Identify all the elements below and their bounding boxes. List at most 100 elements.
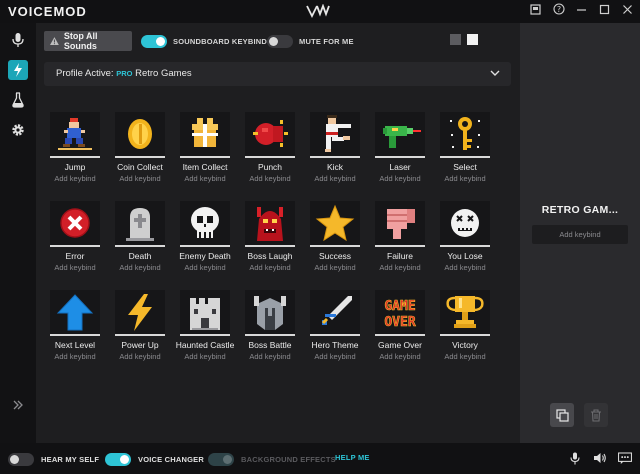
add-keybind-link[interactable]: Add keybind [367, 263, 433, 272]
add-keybind-link[interactable]: Add keybind [172, 352, 238, 361]
duplicate-button[interactable] [550, 403, 574, 427]
add-keybind-link[interactable]: Add keybind [172, 174, 238, 183]
sound-tile-bolt[interactable]: Power Up Add keybind [115, 290, 165, 366]
square-icon[interactable] [529, 3, 542, 19]
sound-name: Failure [387, 251, 413, 261]
add-keybind-link[interactable]: Add keybind [107, 263, 173, 272]
add-keybind-link[interactable]: Add keybind [367, 352, 433, 361]
stop-all-sounds-button[interactable]: Stop All Sounds [44, 31, 132, 51]
sound-tile-arrow-up[interactable]: Next Level Add keybind [50, 290, 100, 366]
bolt-icon[interactable] [115, 290, 165, 335]
help-me-link[interactable]: HELP ME [335, 453, 370, 462]
trophy-icon[interactable] [440, 290, 490, 335]
sound-tile-castle[interactable]: Haunted Castle Add keybind [176, 290, 234, 366]
speaker-icon[interactable] [593, 451, 607, 465]
fighter-icon[interactable] [310, 112, 360, 157]
sound-tile-thumbs-down[interactable]: Failure Add keybind [375, 201, 425, 277]
add-keybind-link[interactable]: Add keybind [432, 263, 498, 272]
thumbs-down-icon[interactable] [375, 201, 425, 246]
voice-changer-toggle[interactable]: VOICE CHANGER [105, 453, 204, 466]
add-keybind-link[interactable]: Add keybind [42, 174, 108, 183]
maximize-icon[interactable] [598, 3, 611, 19]
runner-icon[interactable] [50, 112, 100, 157]
add-keybind-link[interactable]: Add keybind [302, 263, 368, 272]
sound-name: Enemy Death [179, 251, 231, 261]
sound-tile-skull[interactable]: Enemy Death Add keybind [179, 201, 231, 277]
glove-icon[interactable] [245, 112, 295, 157]
double-chevron-right-icon[interactable] [8, 395, 28, 415]
add-keybind-link[interactable]: Add keybind [107, 174, 173, 183]
star-icon[interactable] [310, 201, 360, 246]
add-keybind-link[interactable]: Add keybind [237, 352, 303, 361]
sound-tile-x-circle[interactable]: Error Add keybind [50, 201, 100, 277]
add-keybind-link[interactable]: Add keybind [42, 263, 108, 272]
devil-icon[interactable] [245, 201, 295, 246]
game-over-icon[interactable]: GAME OVER [375, 290, 425, 335]
minimize-icon[interactable] [575, 3, 588, 19]
tombstone-icon[interactable] [115, 201, 165, 246]
flask-icon[interactable] [8, 90, 28, 110]
side-keybind-field[interactable]: Add keybind [532, 225, 628, 244]
close-icon[interactable] [621, 3, 634, 19]
voice-changer-switch[interactable] [105, 453, 131, 466]
sword-icon[interactable] [310, 290, 360, 335]
soundboard-keybinds-switch[interactable] [141, 35, 167, 48]
sound-tile-dead-face[interactable]: You Lose Add keybind [440, 201, 490, 277]
background-effects-switch[interactable] [208, 453, 234, 466]
mute-for-me-switch[interactable] [267, 35, 293, 48]
add-keybind-link[interactable]: Add keybind [302, 174, 368, 183]
add-keybind-link[interactable]: Add keybind [172, 263, 238, 272]
sound-tile-coin[interactable]: Coin Collect Add keybind [115, 112, 165, 188]
add-keybind-link[interactable]: Add keybind [367, 174, 433, 183]
delete-button[interactable] [584, 403, 608, 427]
help-icon[interactable]: ? [552, 3, 565, 19]
sound-tile-raygun[interactable]: Laser Add keybind [375, 112, 425, 188]
x-circle-icon[interactable] [50, 201, 100, 246]
gear-icon[interactable] [8, 120, 28, 140]
sound-tile-sword[interactable]: Hero Theme Add keybind [310, 290, 360, 366]
profile-selector[interactable]: Profile Active: PRO Retro Games [44, 62, 511, 86]
key-icon[interactable] [440, 112, 490, 157]
hear-myself-toggle[interactable]: HEAR MY SELF [8, 453, 99, 466]
add-keybind-link[interactable]: Add keybind [107, 352, 173, 361]
add-keybind-link[interactable]: Add keybind [42, 352, 108, 361]
sound-tile-tombstone[interactable]: Death Add keybind [115, 201, 165, 277]
microphone-icon[interactable] [568, 451, 582, 465]
sound-tile-trophy[interactable]: Victory Add keybind [440, 290, 490, 366]
skull-icon[interactable] [180, 201, 230, 246]
sound-tile-helmet[interactable]: Boss Battle Add keybind [245, 290, 295, 366]
hear-myself-switch[interactable] [8, 453, 34, 466]
sound-tile-gift[interactable]: Item Collect Add keybind [180, 112, 230, 188]
add-keybind-link[interactable]: Add keybind [302, 352, 368, 361]
add-keybind-link[interactable]: Add keybind [237, 174, 303, 183]
sound-tile-star[interactable]: Success Add keybind [310, 201, 360, 277]
selected-sound-title: RETRO GAM... [541, 204, 619, 216]
sound-tile-glove[interactable]: Punch Add keybind [245, 112, 295, 188]
lightning-icon[interactable] [8, 60, 28, 80]
add-keybind-link[interactable]: Add keybind [432, 352, 498, 361]
castle-icon[interactable] [180, 290, 230, 335]
left-nav [0, 23, 36, 443]
arrow-up-icon[interactable] [50, 290, 100, 335]
sound-tile-game-over[interactable]: GAME OVER Game Over Add keybind [375, 290, 425, 366]
soundboard-keybinds-toggle[interactable]: SOUNDBOARD KEYBINDS [141, 35, 272, 48]
background-effects-toggle[interactable]: BACKGROUND EFFECTS [208, 453, 336, 466]
feedback-icon[interactable] [618, 451, 632, 465]
add-keybind-link[interactable]: Add keybind [432, 174, 498, 183]
add-keybind-link[interactable]: Add keybind [237, 263, 303, 272]
sound-tile-runner[interactable]: Jump Add keybind [50, 112, 100, 188]
dead-face-icon[interactable] [440, 201, 490, 246]
list-view-icon[interactable] [450, 34, 461, 45]
grid-view-icon[interactable] [467, 34, 478, 45]
helmet-icon[interactable] [245, 290, 295, 335]
sound-tile-devil[interactable]: Boss Laugh Add keybind [245, 201, 295, 277]
gift-icon[interactable] [180, 112, 230, 157]
microphone-icon[interactable] [8, 30, 28, 50]
coin-icon[interactable] [115, 112, 165, 157]
sound-tile-key[interactable]: Select Add keybind [440, 112, 490, 188]
mute-for-me-toggle[interactable]: MUTE FOR ME [267, 35, 354, 48]
raygun-icon[interactable] [375, 112, 425, 157]
sound-tile-fighter[interactable]: Kick Add keybind [310, 112, 360, 188]
sound-name: Next Level [54, 340, 96, 350]
chevron-down-icon[interactable] [489, 67, 501, 79]
